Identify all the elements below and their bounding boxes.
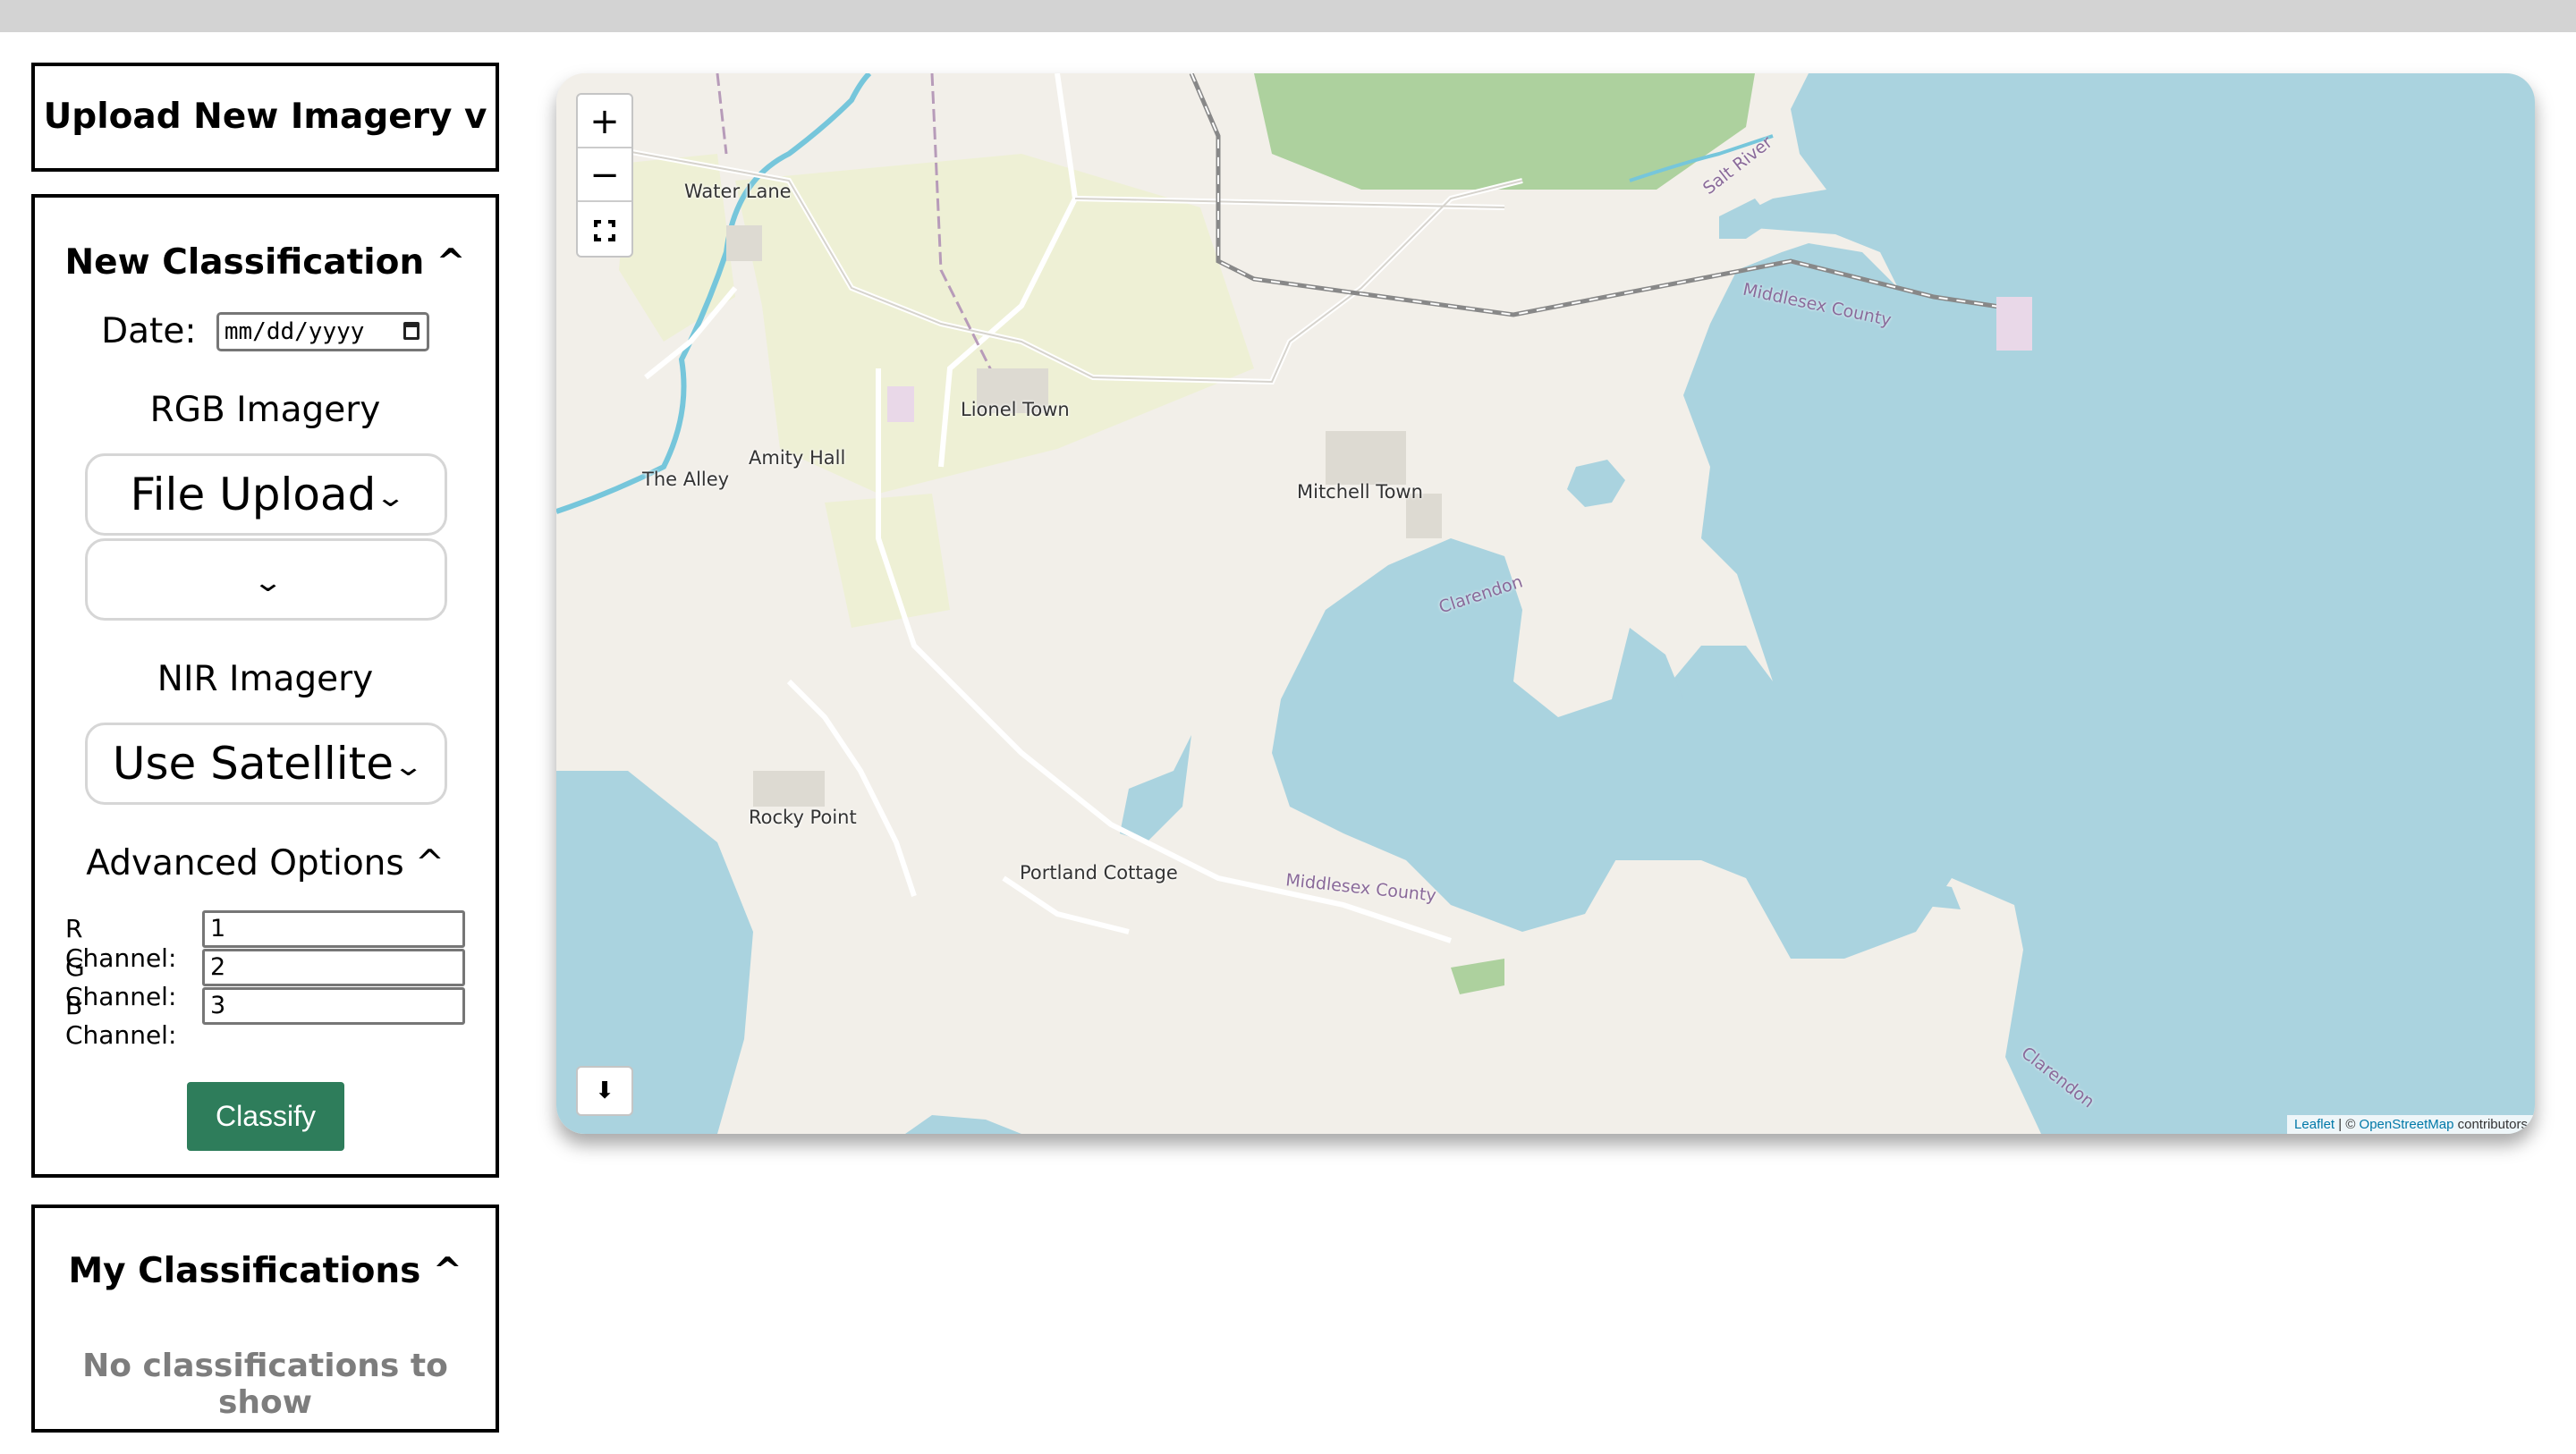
calendar-icon[interactable] <box>402 321 419 340</box>
place-label: Portland Cottage <box>1020 862 1178 883</box>
zoom-control: + − <box>576 93 633 258</box>
download-icon: ⬇ <box>595 1078 614 1104</box>
nir-source-value: Use Satellite <box>112 738 394 790</box>
upload-imagery-toggle[interactable]: Upload New Imagery v <box>35 66 496 168</box>
attribution-suffix: contributors <box>2453 1117 2528 1132</box>
rgb-imagery-label: RGB Imagery <box>149 390 381 430</box>
fullscreen-button[interactable] <box>578 202 631 256</box>
new-classification-panel: New Classification ^ Date: mm/dd/yyyy RG… <box>31 194 499 1178</box>
g-channel-input[interactable]: 2 <box>202 949 465 986</box>
new-classification-toggle[interactable]: New Classification ^ <box>35 242 496 283</box>
chevron-down-icon: ⌄ <box>392 750 425 782</box>
download-button[interactable]: ⬇ <box>576 1066 633 1116</box>
chevron-down-icon: ⌄ <box>375 481 407 513</box>
upload-imagery-panel[interactable]: Upload New Imagery v <box>31 63 499 172</box>
advanced-options-toggle[interactable]: Advanced Options ^ <box>35 843 496 883</box>
osm-link[interactable]: OpenStreetMap <box>2360 1117 2454 1132</box>
place-label: Water Lane <box>684 181 792 202</box>
my-classifications-toggle[interactable]: My Classifications ^ <box>35 1251 496 1291</box>
classify-button[interactable]: Classify <box>187 1082 344 1151</box>
nir-source-select[interactable]: Use Satellite⌄ <box>85 723 447 805</box>
b-channel-input[interactable]: 3 <box>202 987 465 1025</box>
date-label: Date: <box>101 311 197 351</box>
zoom-out-button[interactable]: − <box>578 148 631 202</box>
map-view[interactable]: Water Lane Lionel Town Amity Hall The Al… <box>556 73 2535 1134</box>
rgb-source-value: File Upload <box>130 469 377 520</box>
date-row: Date: mm/dd/yyyy <box>35 309 496 351</box>
map-tiles <box>556 73 2535 1134</box>
place-label: Amity Hall <box>749 447 846 469</box>
browser-top-bar <box>0 0 2576 32</box>
nir-imagery-label: NIR Imagery <box>157 659 374 699</box>
place-label: Mitchell Town <box>1297 481 1423 503</box>
b-channel-label: B Channel: <box>65 991 177 1050</box>
date-placeholder: mm/dd/yyyy <box>224 317 365 345</box>
map-attribution: Leaflet | © OpenStreetMap contributors <box>2287 1115 2535 1134</box>
leaflet-link[interactable]: Leaflet <box>2294 1117 2334 1132</box>
chevron-down-icon: ⌄ <box>251 566 284 598</box>
fullscreen-icon <box>594 220 615 241</box>
attribution-separator: | © <box>2334 1117 2360 1132</box>
place-label: Lionel Town <box>961 399 1070 420</box>
my-classifications-panel: My Classifications ^ No classifications … <box>31 1205 499 1433</box>
zoom-in-button[interactable]: + <box>578 95 631 148</box>
r-channel-input[interactable]: 1 <box>202 910 465 948</box>
place-label: Rocky Point <box>749 807 857 828</box>
empty-classifications-message: No classifications to show <box>82 1348 448 1421</box>
rgb-source-select[interactable]: File Upload⌄ <box>85 453 447 536</box>
place-label: The Alley <box>642 469 730 490</box>
rgb-file-select[interactable]: ⌄ <box>85 538 447 621</box>
date-input[interactable]: mm/dd/yyyy <box>216 311 429 351</box>
